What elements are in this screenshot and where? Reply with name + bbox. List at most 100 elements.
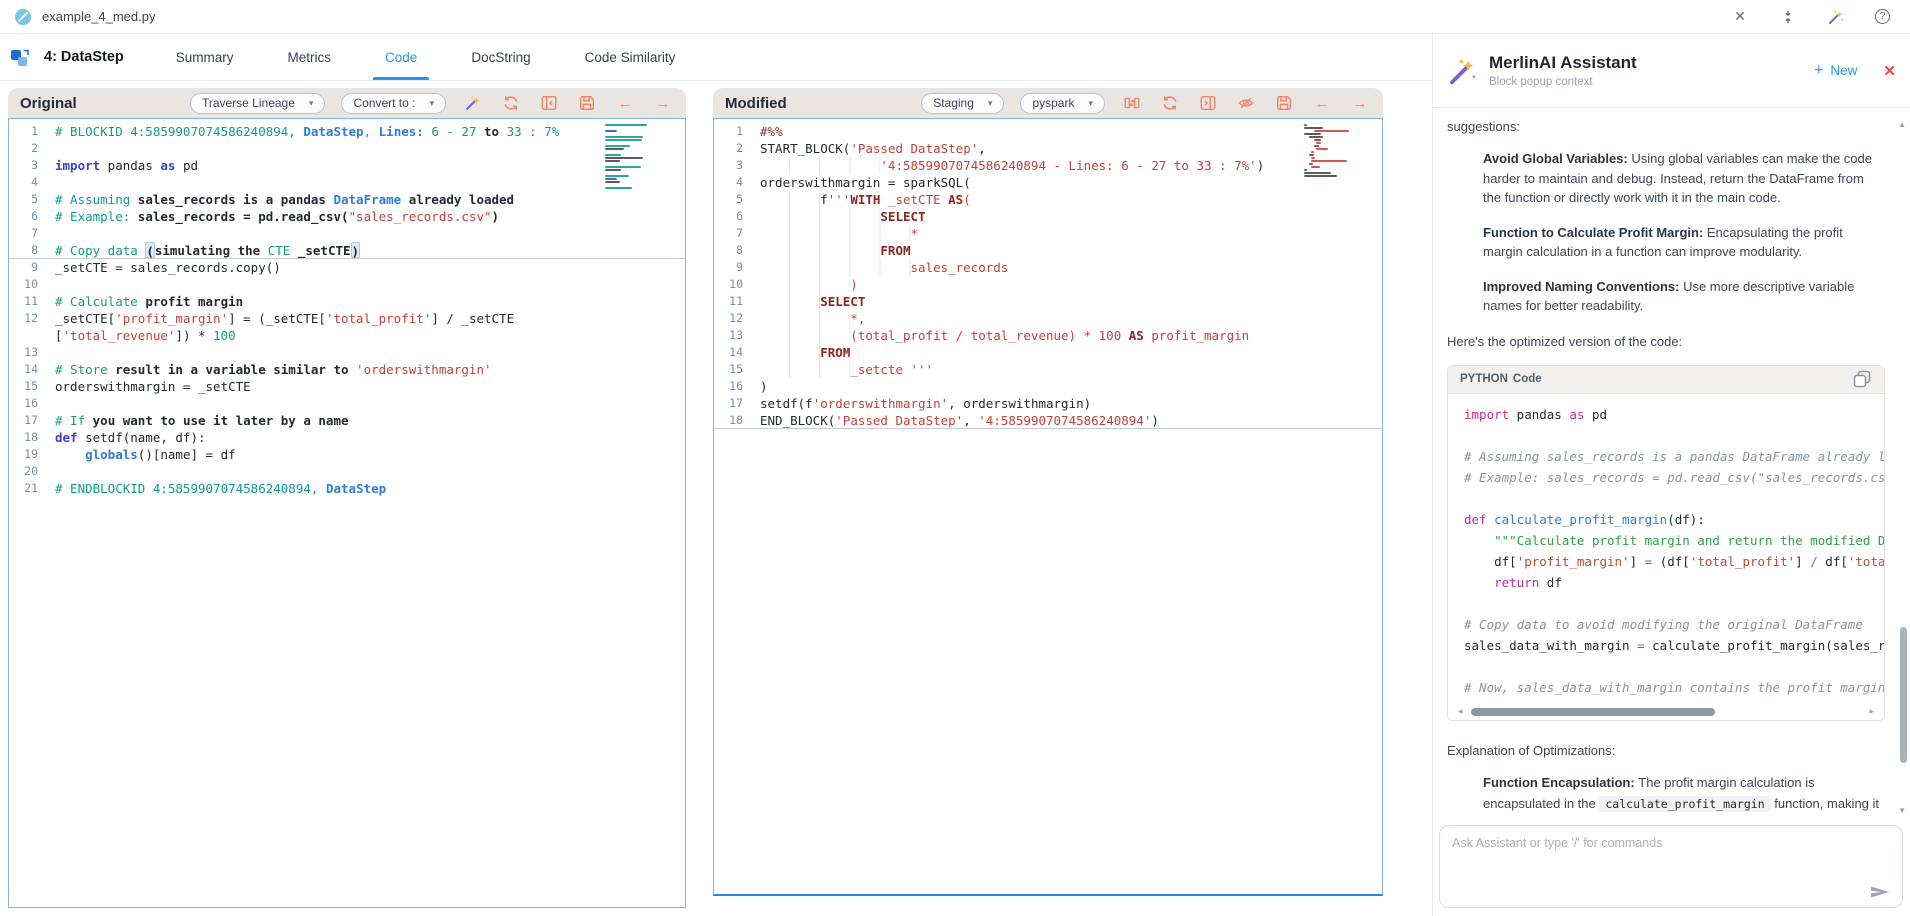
code-card-line: sales_data_with_margin = calculate_profi… xyxy=(1464,635,1884,656)
ai-fix-button[interactable] xyxy=(462,92,484,114)
new-chat-button[interactable]: + New xyxy=(1814,62,1857,80)
forward-arrow-icon: → xyxy=(1353,96,1368,111)
code-card-line xyxy=(1464,656,1884,677)
save-button[interactable] xyxy=(576,92,598,114)
traverse-lineage-dropdown[interactable]: Traverse Lineage ▾ xyxy=(190,93,325,114)
modified-panel: Modified Staging ▾ pyspark ▾ xyxy=(713,88,1383,896)
suggestion-item: Avoid Global Variables: Using global var… xyxy=(1483,149,1879,208)
tab-list: Summary Metrics Code DocString Code Similari… xyxy=(172,34,680,80)
minimap-line xyxy=(605,130,617,132)
minimap-line xyxy=(1304,172,1331,174)
scroll-left-icon[interactable]: ◂ xyxy=(1458,706,1463,717)
code-card-hscrollbar[interactable]: ◂ ▸ xyxy=(1458,704,1874,720)
code-line: 3import pandas as pd xyxy=(9,157,685,174)
assistant-subtitle: Block popup context xyxy=(1489,76,1637,88)
plus-icon: + xyxy=(1814,62,1823,80)
back-arrow-icon: ← xyxy=(618,96,633,111)
minimap-line xyxy=(1304,127,1323,129)
tab-code-similarity[interactable]: Code Similarity xyxy=(581,34,680,80)
code-card-line xyxy=(1464,593,1884,614)
wand-glyph xyxy=(1827,8,1845,26)
new-label: New xyxy=(1830,63,1857,78)
tab-summary[interactable]: Summary xyxy=(172,34,238,80)
code-card-line: # Assuming sales_records is a pandas Dat… xyxy=(1464,446,1884,467)
code-card-line xyxy=(1464,488,1884,509)
refresh-button[interactable] xyxy=(500,92,522,114)
code-card-line: return df xyxy=(1464,572,1884,593)
redo-button[interactable]: → xyxy=(652,92,674,114)
code-line: 12_setCTE['profit_margin'] = (_setCTE['t… xyxy=(9,310,685,327)
help-icon[interactable]: ? xyxy=(1875,9,1890,24)
code-line: 8FROM xyxy=(714,242,1382,259)
scroll-right-icon[interactable]: ▸ xyxy=(1869,706,1874,717)
code-line: 5f'''WITH _setCTE AS( xyxy=(714,191,1382,208)
save-icon xyxy=(1275,94,1293,112)
suggestion-item: Function to Calculate Profit Margin: Enc… xyxy=(1483,223,1879,262)
minimap-line xyxy=(1311,151,1314,153)
minimap-line xyxy=(1304,133,1321,135)
assistant-close-icon[interactable]: ✕ xyxy=(1883,62,1896,80)
code-line: 14FROM xyxy=(714,344,1382,361)
original-code-editor[interactable]: 1# BLOCKID 4:5859907074586240894, DataSt… xyxy=(8,118,686,908)
undo-button[interactable]: ← xyxy=(1311,92,1333,114)
minimap-line xyxy=(605,169,621,171)
scroll-down-icon[interactable]: ▼ xyxy=(1898,806,1906,815)
undo-button[interactable]: ← xyxy=(614,92,636,114)
save-button[interactable] xyxy=(1273,92,1295,114)
assistant-message-text: Here's the optimized version of the code… xyxy=(1447,334,1885,349)
code-card-line: """Calculate profit margin and return th… xyxy=(1464,530,1884,551)
send-icon[interactable] xyxy=(1870,885,1890,899)
tab-docstring[interactable]: DocString xyxy=(467,34,534,80)
staging-dropdown[interactable]: Staging ▾ xyxy=(921,93,1004,114)
minimap-line xyxy=(605,160,620,162)
tab-metrics[interactable]: Metrics xyxy=(284,34,336,80)
modified-code-editor[interactable]: 1#%%2START_BLOCK('Passed DataStep',3'4:5… xyxy=(713,118,1383,896)
convert-to-dropdown[interactable]: Convert to : ▾ xyxy=(341,93,446,114)
magic-wand-icon[interactable] xyxy=(1827,8,1845,26)
original-minimap[interactable] xyxy=(605,124,651,189)
swap-columns-button[interactable] xyxy=(1121,92,1143,114)
assistant-message-text: suggestions: xyxy=(1447,119,1885,134)
assistant-conversation: suggestions: Avoid Global Variables: Usi… xyxy=(1433,109,1895,819)
hide-diff-button[interactable] xyxy=(1235,92,1257,114)
close-icon[interactable]: ✕ xyxy=(1731,8,1749,26)
minimap-line xyxy=(605,154,621,156)
code-card-header: PYTHON Code xyxy=(1448,366,1884,394)
vscroll-thumb[interactable] xyxy=(1900,627,1907,763)
code-card-line: def calculate_profit_margin(df): xyxy=(1464,509,1884,530)
tab-code[interactable]: Code xyxy=(381,34,421,80)
minimap-line xyxy=(605,187,632,189)
collapse-window-icon[interactable] xyxy=(1779,8,1797,26)
chevron-down-icon: ▾ xyxy=(429,98,434,109)
dropdown-label: Staging xyxy=(933,96,974,110)
minimap-line xyxy=(605,136,643,138)
python-code-card: PYTHON Code import pandas as pd# Assumin… xyxy=(1447,365,1885,721)
minimap-line xyxy=(1314,145,1319,147)
assistant-input[interactable] xyxy=(1440,826,1902,907)
code-line: 9_setCTE = sales_records.copy() xyxy=(9,259,685,276)
code-line: 10 xyxy=(9,276,685,293)
code-line: 17setdf(f'orderswithmargin', orderswithm… xyxy=(714,395,1382,412)
modified-minimap[interactable] xyxy=(1304,124,1370,177)
minimap-line xyxy=(605,181,620,183)
redo-button[interactable]: → xyxy=(1349,92,1371,114)
copy-icon[interactable] xyxy=(1852,369,1872,389)
refresh-button[interactable] xyxy=(1159,92,1181,114)
open-panel-button[interactable] xyxy=(1197,92,1219,114)
modified-code-lines: 1#%%2START_BLOCK('Passed DataStep',3'4:5… xyxy=(714,119,1382,429)
minimap-line xyxy=(1309,154,1314,156)
code-line: 20 xyxy=(9,463,685,480)
code-card-line: # Example: sales_records = pd.read_csv("… xyxy=(1464,467,1884,488)
open-panel-button[interactable] xyxy=(538,92,560,114)
code-line: 13(total_profit / total_revenue) * 100 A… xyxy=(714,327,1382,344)
minimap-line xyxy=(1309,163,1313,165)
code-language-label: PYTHON xyxy=(1460,373,1508,385)
swap-columns-icon xyxy=(1123,94,1141,112)
hscroll-thumb[interactable] xyxy=(1471,708,1716,716)
language-dropdown[interactable]: pyspark ▾ xyxy=(1020,93,1105,114)
original-toolbar: Original Traverse Lineage ▾ Convert to :… xyxy=(8,88,686,118)
code-line: 15orderswithmargin = _setCTE xyxy=(9,378,685,395)
code-line: 15_setcte ''' xyxy=(714,361,1382,378)
scroll-up-icon[interactable]: ▲ xyxy=(1898,120,1906,129)
minimap-line xyxy=(1316,148,1328,150)
